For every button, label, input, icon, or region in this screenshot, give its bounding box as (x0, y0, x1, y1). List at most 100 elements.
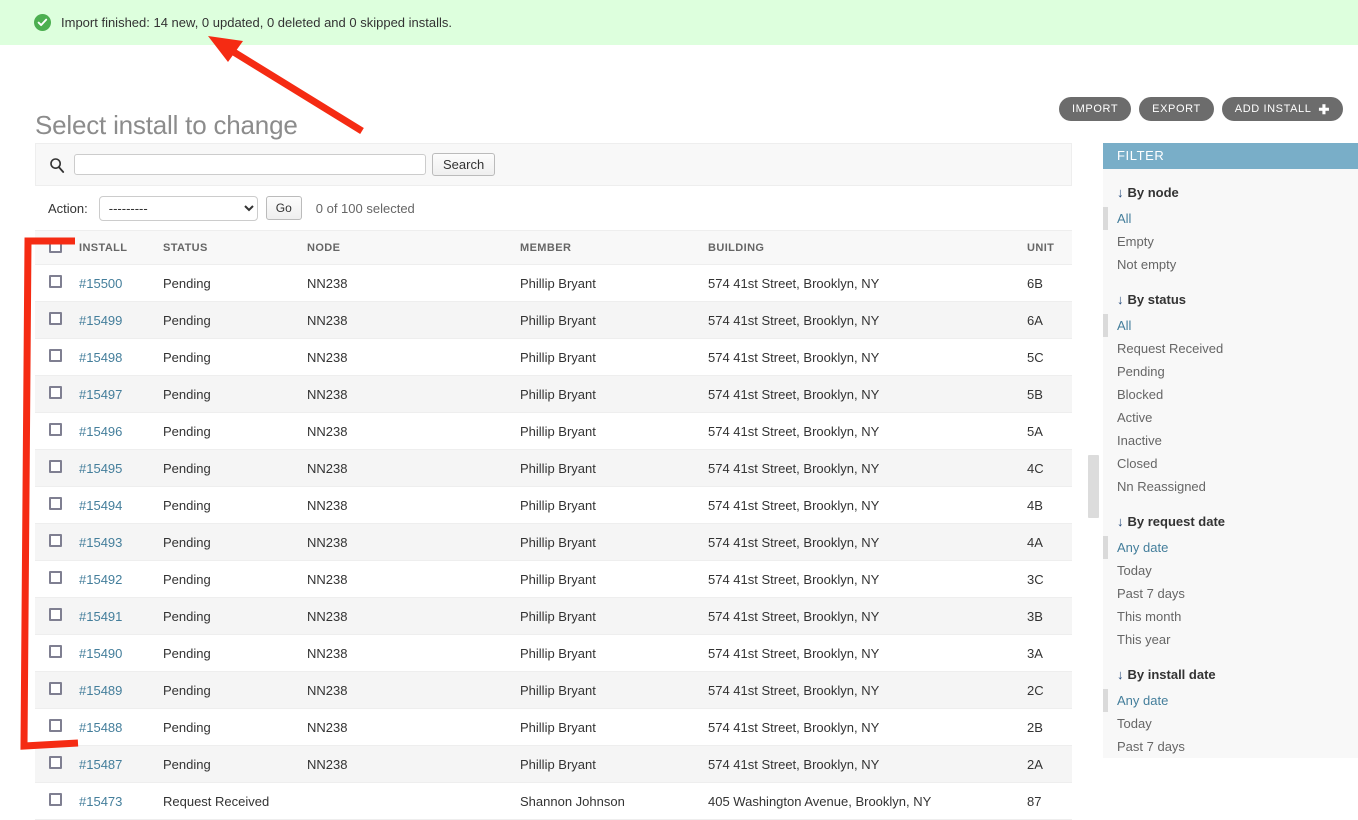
install-link[interactable]: #15495 (79, 461, 122, 476)
filter-option[interactable]: Request Received (1103, 337, 1358, 360)
install-link[interactable]: #15497 (79, 387, 122, 402)
search-input[interactable] (74, 154, 426, 175)
filter-option[interactable]: Blocked (1103, 383, 1358, 406)
column-header-install[interactable]: INSTALL (79, 230, 163, 265)
column-header-building[interactable]: BUILDING (708, 230, 1027, 265)
filter-option[interactable]: Pending (1103, 360, 1358, 383)
column-header-unit[interactable]: UNIT (1027, 230, 1072, 265)
install-link[interactable]: #15499 (79, 313, 122, 328)
filter-option[interactable]: This month (1103, 605, 1358, 628)
column-header-node[interactable]: NODE (307, 230, 520, 265)
filter-option[interactable]: Inactive (1103, 429, 1358, 452)
cell-node (307, 782, 520, 820)
filter-option[interactable]: Active (1103, 406, 1358, 429)
table-row[interactable]: #15473 Request Received Shannon Johnson 405… (35, 782, 1072, 820)
table-row[interactable]: #15488 Pending NN238 Phillip Bryant 574 41st… (35, 708, 1072, 746)
results-table-head: INSTALL STATUS NODE MEMBER BUILDING UNIT (35, 230, 1072, 265)
filter-option[interactable]: Not empty (1103, 253, 1358, 276)
arrow-down-icon: ↓ (1117, 292, 1124, 307)
cell-member: Phillip Bryant (520, 449, 708, 487)
changelist-form: Action: --------- Go 0 of 100 selected I… (35, 186, 1072, 820)
filter-option[interactable]: Any date (1103, 689, 1358, 712)
row-checkbox[interactable] (49, 349, 62, 362)
column-header-member[interactable]: MEMBER (520, 230, 708, 265)
install-link[interactable]: #15496 (79, 424, 122, 439)
install-link[interactable]: #15488 (79, 720, 122, 735)
row-checkbox[interactable] (49, 497, 62, 510)
cell-status: Pending (163, 745, 307, 783)
row-checkbox[interactable] (49, 386, 62, 399)
table-row[interactable]: #15497 Pending NN238 Phillip Bryant 574 41st… (35, 375, 1072, 413)
row-checkbox[interactable] (49, 312, 62, 325)
table-row[interactable]: #15500 Pending NN238 Phillip Bryant 574 41st… (35, 264, 1072, 302)
install-link[interactable]: #15473 (79, 794, 122, 809)
install-link[interactable]: #15494 (79, 498, 122, 513)
install-link[interactable]: #15489 (79, 683, 122, 698)
table-row[interactable]: #15489 Pending NN238 Phillip Bryant 574 41st… (35, 671, 1072, 709)
install-link[interactable]: #15487 (79, 757, 122, 772)
filter-option[interactable]: Today (1103, 559, 1358, 582)
row-checkbox[interactable] (49, 719, 62, 732)
filter-option[interactable]: All (1103, 207, 1358, 230)
add-install-button[interactable]: ADD INSTALL ✚ (1221, 97, 1343, 121)
row-select-cell (35, 375, 79, 413)
import-button[interactable]: IMPORT (1058, 97, 1132, 121)
table-row[interactable]: #15499 Pending NN238 Phillip Bryant 574 41st… (35, 301, 1072, 339)
filter-option[interactable]: Past 7 days (1103, 582, 1358, 605)
search-submit-button[interactable]: Search (432, 153, 496, 176)
install-link[interactable]: #15490 (79, 646, 122, 661)
changelist-scrollbar-track[interactable] (1087, 143, 1100, 758)
table-row[interactable]: #15498 Pending NN238 Phillip Bryant 574 41st… (35, 338, 1072, 376)
row-checkbox[interactable] (49, 460, 62, 473)
cell-building: 574 41st Street, Brooklyn, NY (708, 671, 1027, 709)
row-select-cell (35, 449, 79, 487)
cell-install: #15487 (79, 745, 163, 783)
filter-group: ↓ By node All Empty Not empty (1103, 185, 1358, 276)
row-checkbox[interactable] (49, 423, 62, 436)
table-row[interactable]: #15487 Pending NN238 Phillip Bryant 574 41st… (35, 745, 1072, 783)
cell-status: Pending (163, 375, 307, 413)
filter-option[interactable]: All (1103, 314, 1358, 337)
row-checkbox[interactable] (49, 645, 62, 658)
install-link[interactable]: #15500 (79, 276, 122, 291)
table-row[interactable]: #15496 Pending NN238 Phillip Bryant 574 41st… (35, 412, 1072, 450)
row-checkbox[interactable] (49, 682, 62, 695)
filter-option[interactable]: Today (1103, 712, 1358, 735)
filter-option[interactable]: This year (1103, 628, 1358, 651)
filter-option[interactable]: Empty (1103, 230, 1358, 253)
install-link[interactable]: #15491 (79, 609, 122, 624)
row-checkbox[interactable] (49, 571, 62, 584)
cell-node: NN238 (307, 338, 520, 376)
cell-member: Shannon Johnson (520, 782, 708, 820)
cell-status: Pending (163, 338, 307, 376)
row-checkbox[interactable] (49, 793, 62, 806)
action-go-button[interactable]: Go (265, 196, 302, 220)
cell-install: #15496 (79, 412, 163, 450)
table-row[interactable]: #15494 Pending NN238 Phillip Bryant 574 41st… (35, 486, 1072, 524)
filter-group-title-label: By node (1127, 185, 1179, 200)
table-row[interactable]: #15495 Pending NN238 Phillip Bryant 574 41st… (35, 449, 1072, 487)
row-checkbox[interactable] (49, 275, 62, 288)
filter-option[interactable]: Closed (1103, 452, 1358, 475)
filter-option[interactable]: Past 7 days (1103, 735, 1358, 758)
cell-unit: 4B (1027, 486, 1072, 524)
column-header-status[interactable]: STATUS (163, 230, 307, 265)
row-checkbox[interactable] (49, 608, 62, 621)
row-checkbox[interactable] (49, 534, 62, 547)
cell-member: Phillip Bryant (520, 671, 708, 709)
install-link[interactable]: #15493 (79, 535, 122, 550)
cell-building: 574 41st Street, Brooklyn, NY (708, 486, 1027, 524)
select-all-checkbox[interactable] (49, 240, 62, 253)
filter-option[interactable]: Any date (1103, 536, 1358, 559)
install-link[interactable]: #15498 (79, 350, 122, 365)
action-select[interactable]: --------- (98, 195, 258, 221)
table-row[interactable]: #15493 Pending NN238 Phillip Bryant 574 41st… (35, 523, 1072, 561)
export-button[interactable]: EXPORT (1139, 97, 1214, 121)
table-row[interactable]: #15492 Pending NN238 Phillip Bryant 574 41st… (35, 560, 1072, 598)
filter-group-title: ↓ By request date (1117, 514, 1358, 529)
install-link[interactable]: #15492 (79, 572, 122, 587)
table-row[interactable]: #15491 Pending NN238 Phillip Bryant 574 41st… (35, 597, 1072, 635)
table-row[interactable]: #15490 Pending NN238 Phillip Bryant 574 41st… (35, 634, 1072, 672)
changelist-scrollbar-thumb[interactable] (1088, 455, 1099, 518)
filter-option[interactable]: Nn Reassigned (1103, 475, 1358, 498)
